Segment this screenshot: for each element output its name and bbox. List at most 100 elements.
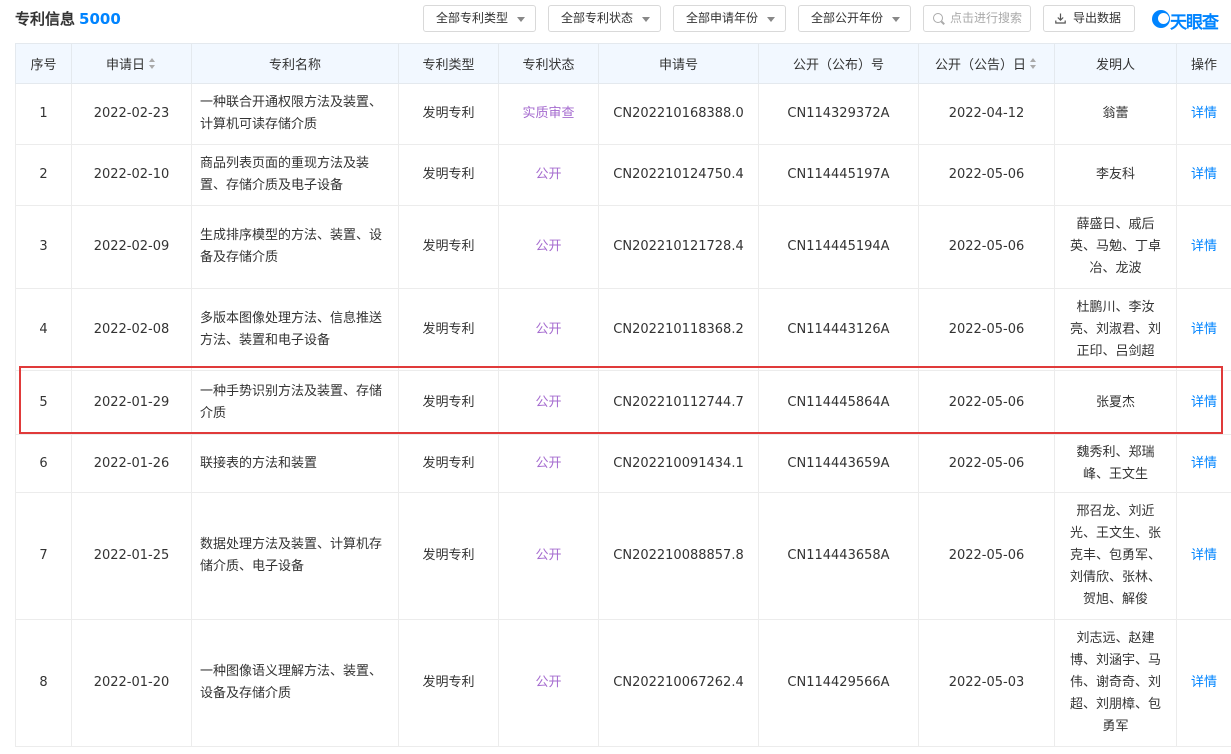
col-header-label: 公开（公告）日: [934, 58, 1026, 73]
col-header-label: 序号: [30, 58, 57, 73]
cell-publication-number: CN114445194A: [758, 205, 919, 289]
cell-index: 2: [15, 144, 72, 206]
details-link[interactable]: 详情: [1176, 370, 1231, 435]
cell-patent-name: 一种联合开通权限方法及装置、计算机可读存储介质: [191, 83, 399, 145]
table-row: 2 2022-02-10 商品列表页面的重现方法及装置、存储介质及电子设备 发明…: [15, 144, 1231, 206]
cell-patent-type: 发明专利: [398, 370, 499, 435]
col-header-publication-date[interactable]: 公开（公告）日: [918, 43, 1055, 84]
col-header-publication-number: 公开（公布）号: [758, 43, 919, 84]
cell-patent-name: 多版本图像处理方法、信息推送方法、装置和电子设备: [191, 288, 399, 371]
cell-inventors: 翁蕾: [1054, 83, 1177, 145]
cell-application-date: 2022-02-09: [71, 205, 192, 289]
table-row: 1 2022-02-23 一种联合开通权限方法及装置、计算机可读存储介质 发明专…: [15, 83, 1231, 145]
download-icon: [1055, 13, 1066, 24]
col-header-application-date[interactable]: 申请日: [71, 43, 192, 84]
cell-application-date: 2022-02-23: [71, 83, 192, 145]
cell-index: 8: [15, 619, 72, 747]
cell-publication-date: 2022-04-12: [918, 83, 1055, 145]
details-link[interactable]: 详情: [1176, 619, 1231, 747]
top-bar: 专利信息 5000 全部专利类型 全部专利状态 全部申请年份 全部公开年份 点击进…: [0, 0, 1231, 40]
caret-down-icon: [517, 17, 525, 22]
cell-application-date: 2022-01-26: [71, 434, 192, 493]
table-row: 6 2022-01-26 联接表的方法和装置 发明专利 公开 CN2022100…: [15, 434, 1231, 493]
cell-application-number: CN202210168388.0: [598, 83, 759, 145]
details-link[interactable]: 详情: [1176, 83, 1231, 145]
cell-patent-type: 发明专利: [398, 205, 499, 289]
cell-application-number: CN202210091434.1: [598, 434, 759, 493]
col-header-label: 专利名称: [268, 58, 321, 73]
caret-down-icon: [642, 17, 650, 22]
caret-down-icon: [892, 17, 900, 22]
details-link[interactable]: 详情: [1176, 434, 1231, 493]
cell-publication-date: 2022-05-06: [918, 144, 1055, 206]
col-header-label: 专利类型: [422, 58, 475, 73]
cell-application-date: 2022-02-08: [71, 288, 192, 371]
details-link[interactable]: 详情: [1176, 205, 1231, 289]
search-input[interactable]: 点击进行搜索: [923, 5, 1031, 32]
filter-patent-type[interactable]: 全部专利类型: [423, 5, 536, 32]
cell-inventors: 杜鹏川、李汝亮、刘淑君、刘正印、吕剑超: [1054, 288, 1177, 371]
cell-application-number: CN202210088857.8: [598, 492, 759, 620]
cell-index: 1: [15, 83, 72, 145]
table-row: 8 2022-01-20 一种图像语义理解方法、装置、设备及存储介质 发明专利 …: [15, 619, 1231, 747]
cell-inventors: 李友科: [1054, 144, 1177, 206]
table-row: 5 2022-01-29 一种手势识别方法及装置、存储介质 发明专利 公开 CN…: [15, 370, 1231, 435]
cell-publication-date: 2022-05-06: [918, 434, 1055, 493]
filter-patent-type-label: 全部专利类型: [436, 11, 509, 25]
cell-patent-type: 发明专利: [398, 619, 499, 747]
cell-publication-date: 2022-05-06: [918, 205, 1055, 289]
cell-patent-status: 公开: [498, 434, 599, 493]
cell-patent-name: 一种图像语义理解方法、装置、设备及存储介质: [191, 619, 399, 747]
cell-publication-number: CN114445197A: [758, 144, 919, 206]
cell-patent-type: 发明专利: [398, 288, 499, 371]
filter-patent-status[interactable]: 全部专利状态: [548, 5, 661, 32]
cell-index: 4: [15, 288, 72, 371]
cell-patent-status: 公开: [498, 144, 599, 206]
col-header-application-number: 申请号: [598, 43, 759, 84]
cell-publication-number: CN114329372A: [758, 83, 919, 145]
search-icon: [933, 13, 943, 23]
cell-patent-name: 联接表的方法和装置: [191, 434, 399, 493]
cell-patent-type: 发明专利: [398, 492, 499, 620]
col-header-label: 操作: [1190, 58, 1217, 73]
filter-application-year[interactable]: 全部申请年份: [673, 5, 786, 32]
col-header-label: 公开（公布）号: [792, 58, 884, 73]
filter-patent-status-label: 全部专利状态: [561, 11, 634, 25]
cell-application-date: 2022-01-20: [71, 619, 192, 747]
cell-publication-number: CN114429566A: [758, 619, 919, 747]
cell-patent-status: 实质审查: [498, 83, 599, 145]
filter-publication-year[interactable]: 全部公开年份: [798, 5, 911, 32]
section-title-text: 专利信息: [15, 10, 76, 28]
cell-application-date: 2022-01-29: [71, 370, 192, 435]
cell-patent-status: 公开: [498, 492, 599, 620]
sort-icon[interactable]: [1030, 58, 1038, 70]
cell-patent-status: 公开: [498, 205, 599, 289]
sort-icon[interactable]: [149, 58, 157, 70]
cell-inventors: 邢召龙、刘近光、王文生、张克丰、包勇军、刘倩欣、张林、贺旭、解俊: [1054, 492, 1177, 620]
cell-patent-status: 公开: [498, 288, 599, 371]
col-header-patent-type: 专利类型: [398, 43, 499, 84]
logo-text: 天眼查: [1170, 13, 1219, 33]
details-link[interactable]: 详情: [1176, 492, 1231, 620]
cell-inventors: 刘志远、赵建博、刘涵宇、马伟、谢奇奇、刘超、刘朋樟、包勇军: [1054, 619, 1177, 747]
export-data-button[interactable]: 导出数据: [1043, 5, 1135, 32]
logo-mark-icon: [1152, 10, 1170, 28]
cell-publication-date: 2022-05-03: [918, 619, 1055, 747]
col-header-label: 发明人: [1095, 58, 1135, 73]
cell-patent-name: 生成排序模型的方法、装置、设备及存储介质: [191, 205, 399, 289]
cell-index: 5: [15, 370, 72, 435]
details-link[interactable]: 详情: [1176, 144, 1231, 206]
cell-inventors: 张夏杰: [1054, 370, 1177, 435]
caret-down-icon: [767, 17, 775, 22]
details-link[interactable]: 详情: [1176, 288, 1231, 371]
cell-publication-date: 2022-05-06: [918, 288, 1055, 371]
filter-publication-year-label: 全部公开年份: [811, 11, 884, 25]
search-placeholder: 点击进行搜索: [950, 11, 1023, 25]
cell-application-number: CN202210067262.4: [598, 619, 759, 747]
patent-count: 5000: [79, 10, 121, 28]
cell-application-number: CN202210118368.2: [598, 288, 759, 371]
cell-publication-date: 2022-05-06: [918, 492, 1055, 620]
table-header-row: 序号 申请日 专利名称 专利类型 专利状态 申请号 公开（公布）号 公开（公告）…: [15, 43, 1231, 84]
section-title: 专利信息 5000: [15, 8, 121, 29]
cell-publication-date: 2022-05-06: [918, 370, 1055, 435]
